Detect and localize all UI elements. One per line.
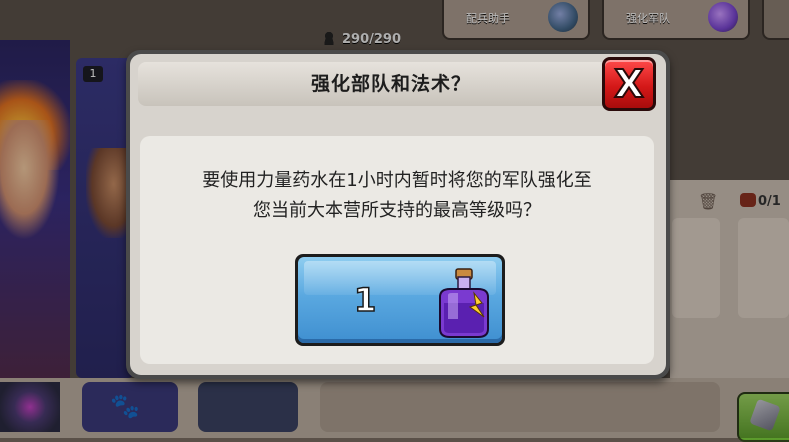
dialog-panel: 强化部队和法术？ 要使用力量药水在1小时内暂时将您的军队强化至 您当前大本营所支… <box>130 54 666 375</box>
dialog-message: 要使用力量药水在1小时内暂时将您的军队强化至 您当前大本营所支持的最高等级吗？ <box>140 166 654 226</box>
potion-cost: 1 <box>353 280 377 320</box>
boost-dialog: 强化部队和法术？ 要使用力量药水在1小时内暂时将您的军队强化至 您当前大本营所支… <box>126 50 670 379</box>
message-line-1: 要使用力量药水在1小时内暂时将您的军队强化至 <box>202 170 592 191</box>
dialog-title: 强化部队和法术？ <box>310 73 471 95</box>
close-button[interactable]: X <box>602 57 656 111</box>
dialog-title-bar: 强化部队和法术？ <box>138 62 644 106</box>
confirm-button-face: 1 <box>298 257 502 343</box>
dialog-body: 要使用力量药水在1小时内暂时将您的军队强化至 您当前大本营所支持的最高等级吗？ … <box>140 136 654 364</box>
close-icon: X <box>613 61 644 107</box>
message-line-2: 您当前大本营所支持的最高等级吗？ <box>253 200 541 221</box>
confirm-boost-button[interactable]: 1 <box>295 254 505 346</box>
power-potion-icon <box>439 268 489 338</box>
